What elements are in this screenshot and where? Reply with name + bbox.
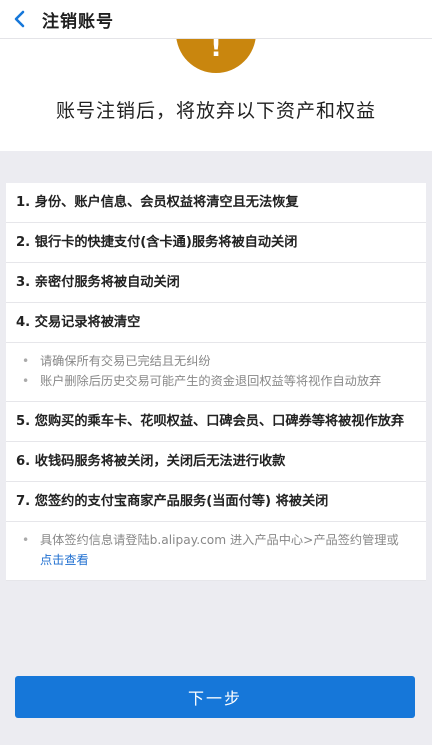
warning-title: 账号注销后，将放弃以下资产和权益 [55,100,376,122]
bullet-icon: • [22,374,30,388]
item-7-notes: • 具体签约信息请登陆b.alipay.com 进入产品中心>产品签约管理或 点… [6,522,426,581]
list-item: 5. 您购买的乘车卡、花呗权益、口碑会员、口碑券等将被视作放弃 [6,402,426,442]
note-body: 具体签约信息请登陆b.alipay.com 进入产品中心>产品签约管理或 [40,533,399,547]
page-title: 注销账号 [42,11,114,32]
note-text: 请确保所有交易已完结且无纠纷 [40,354,211,368]
list-item: 2. 银行卡的快捷支付(含卡通)服务将被自动关闭 [6,223,426,263]
bullet-icon: • [22,354,30,368]
exclamation-icon: ! [176,39,256,73]
consequence-list: 1. 身份、账户信息、会员权益将清空且无法恢复 2. 银行卡的快捷支付(含卡通)… [6,183,426,581]
chevron-left-icon [14,10,25,28]
note-row: • 请确保所有交易已完结且无纠纷 [22,351,414,371]
note-row: • 具体签约信息请登陆b.alipay.com 进入产品中心>产品签约管理或 点… [22,530,414,570]
list-item: 6. 收钱码服务将被关闭，关闭后无法进行收款 [6,442,426,482]
warning-header: ! 账号注销后，将放弃以下资产和权益 [0,39,432,151]
list-item: 7. 您签约的支付宝商家产品服务(当面付等) 将被关闭 [6,482,426,522]
back-button[interactable] [0,0,40,38]
exclamation-mark: ! [210,39,222,63]
note-row: • 账户删除后历史交易可能产生的资金退回权益等将视作自动放弃 [22,371,414,391]
cancel-account-page: 注销账号 ! 账号注销后，将放弃以下资产和权益 1. 身份、账户信息、会员权益将… [0,0,432,745]
bullet-icon: • [22,533,30,547]
note-text: 账户删除后历史交易可能产生的资金退回权益等将视作自动放弃 [40,374,382,388]
item-4-notes: • 请确保所有交易已完结且无纠纷 • 账户删除后历史交易可能产生的资金退回权益等… [6,343,426,402]
list-item: 1. 身份、账户信息、会员权益将清空且无法恢复 [6,183,426,223]
list-item: 4. 交易记录将被清空 [6,303,426,343]
view-details-link[interactable]: 点击查看 [40,553,89,567]
note-text: 具体签约信息请登陆b.alipay.com 进入产品中心>产品签约管理或 点击查… [40,530,414,570]
next-step-button[interactable]: 下一步 [15,676,415,718]
list-item: 3. 亲密付服务将被自动关闭 [6,263,426,303]
navigation-bar: 注销账号 [0,0,432,39]
section-gap [0,151,432,183]
